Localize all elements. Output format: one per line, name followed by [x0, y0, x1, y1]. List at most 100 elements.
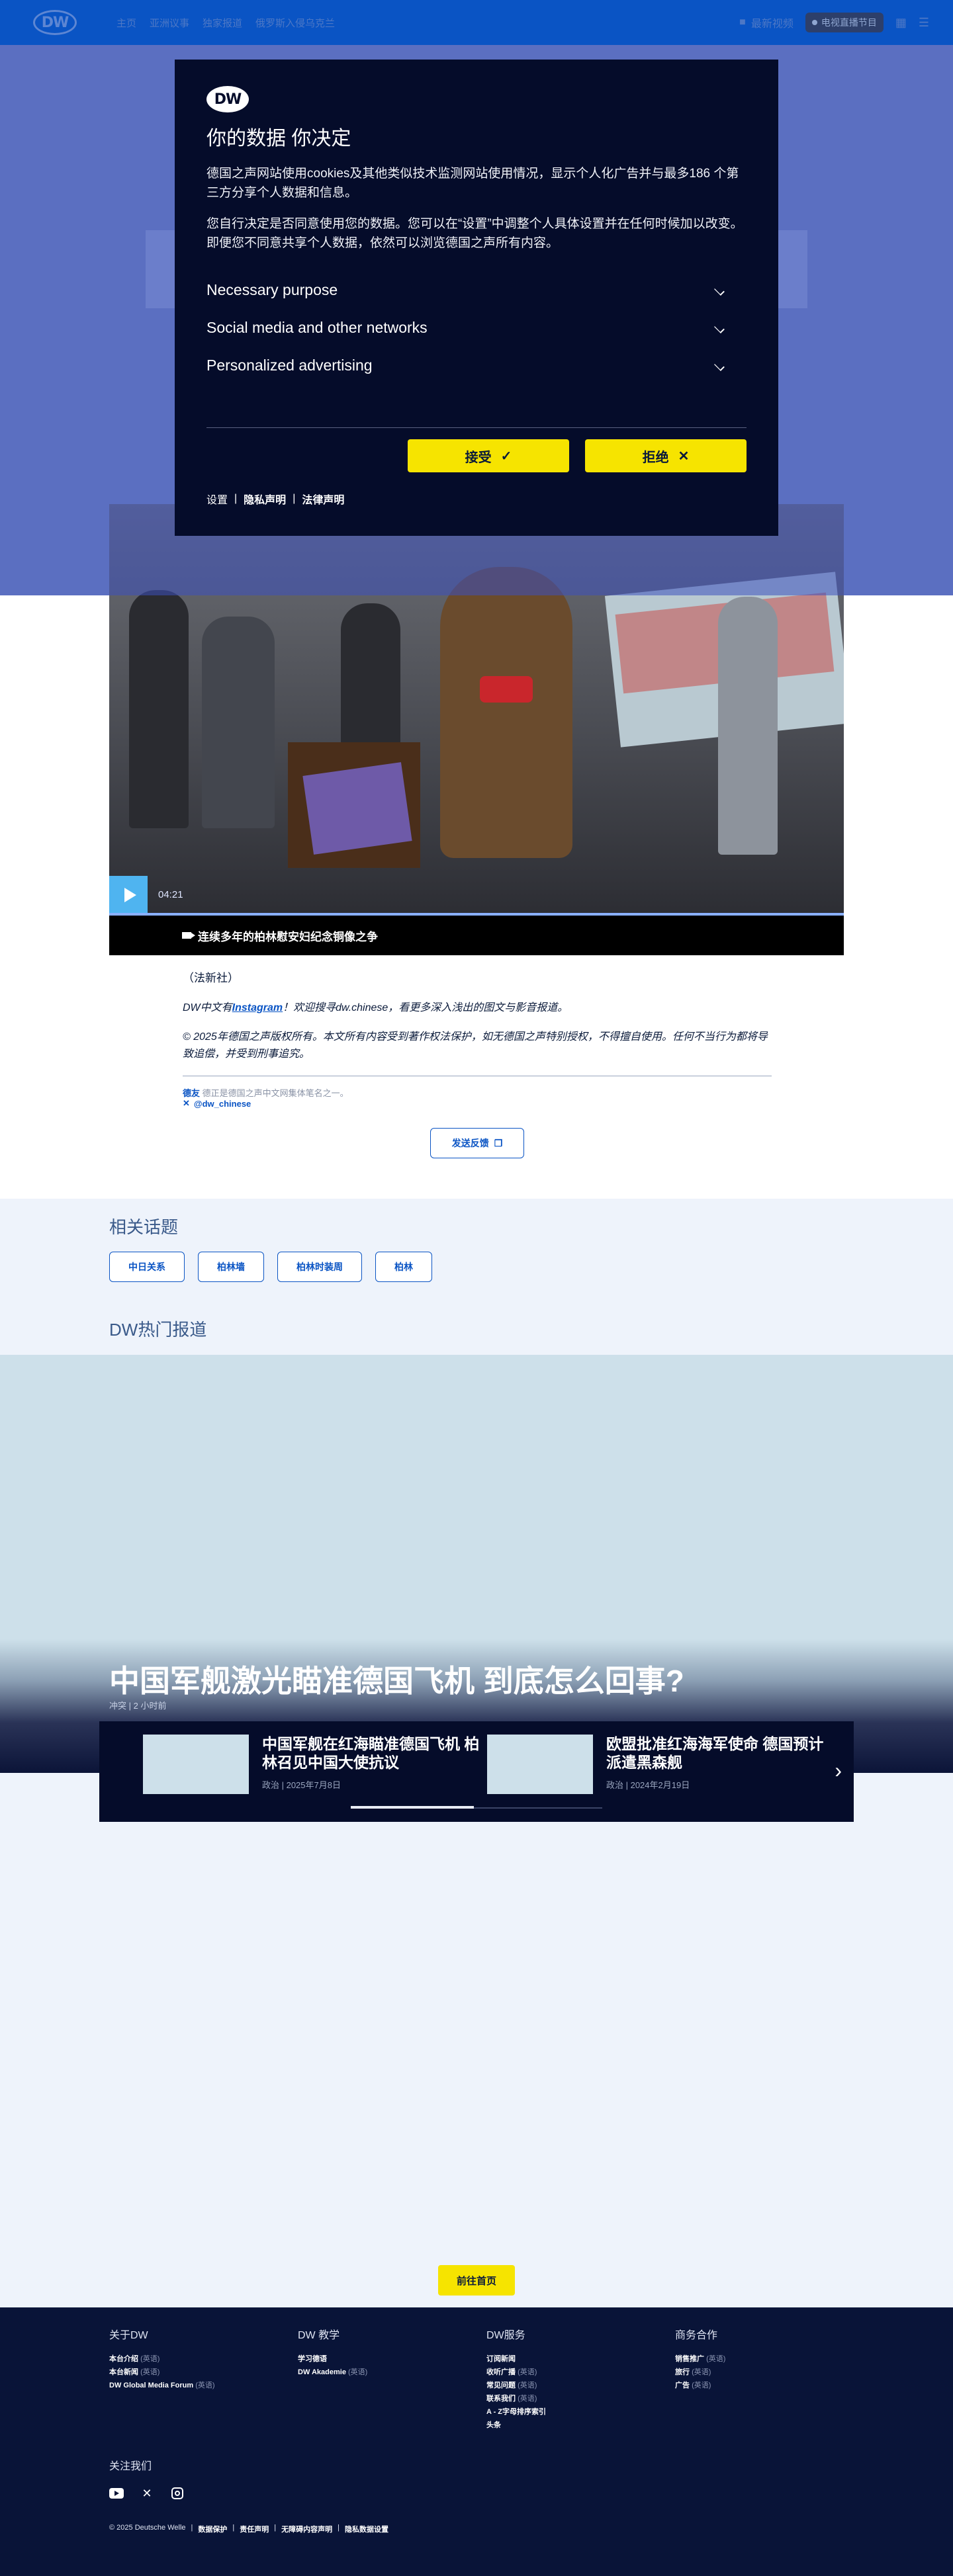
statue-scarf — [480, 676, 533, 703]
consent-title: 你的数据 你决定 — [206, 128, 351, 150]
reject-button[interactable]: 拒绝 ✕ — [585, 439, 747, 472]
instagram-link[interactable]: Instagram — [232, 1002, 283, 1013]
carousel-card[interactable]: 中国军舰在红海瞄准德国飞机 柏林召见中国大使抗议 政治 | 2025年7月8日 — [143, 1735, 480, 1794]
main-nav: 主页 亚洲议事 独家报道 俄罗斯入侵乌克兰 — [116, 16, 335, 30]
person-figure — [202, 617, 275, 828]
footer-link[interactable]: 学习德语 — [298, 2352, 367, 2366]
follow-us-title: 关注我们 — [109, 2461, 152, 2472]
send-feedback-button[interactable]: 发送反馈 ❐ — [430, 1128, 524, 1158]
privacy-link[interactable]: 隐私声明 — [244, 491, 286, 507]
youtube-icon[interactable] — [109, 2486, 124, 2501]
related-tags: 中日关系 柏林墙 柏林时装周 柏林 — [109, 1252, 432, 1282]
section-label: Social media and other networks — [206, 319, 428, 336]
video-player[interactable]: 04:21 — [109, 504, 844, 916]
accept-button[interactable]: 接受 ✓ — [408, 439, 569, 472]
tag-berlin-fashion-week[interactable]: 柏林时装周 — [277, 1252, 362, 1282]
footer-link[interactable]: 订阅新闻 — [486, 2352, 546, 2366]
section-personalized-ads[interactable]: Personalized advertising — [206, 347, 747, 384]
video-caption-bar: 连续多年的柏林慰安妇纪念铜像之争 — [109, 916, 844, 955]
footer-link[interactable]: DW Akademie (英语) — [298, 2366, 367, 2379]
feedback-label: 发送反馈 — [451, 1138, 489, 1148]
card-meta: 政治 | 2025年7月8日 — [262, 1780, 341, 1790]
author-name[interactable]: 德友 — [183, 1088, 200, 1098]
footer-link[interactable]: 收听广播 (英语) — [486, 2366, 546, 2379]
footer-column-about: 关于DW 本台介绍 (英语) 本台新闻 (英语) DW Global Media… — [109, 2326, 215, 2392]
card-title: 中国军舰在红海瞄准德国飞机 柏林召见中国大使抗议 — [262, 1735, 480, 1771]
section-social-media[interactable]: Social media and other networks — [206, 309, 747, 347]
footer-column-services: DW服务 订阅新闻 收听广播 (英语) 常见问题 (英语) 联系我们 (英语) … — [486, 2326, 546, 2432]
dw-logo[interactable]: DW — [33, 10, 77, 35]
card-title: 欧盟批准红海海军使命 德国预计派遣黑森舰 — [606, 1735, 824, 1771]
language-icon[interactable]: ▦ — [895, 16, 907, 30]
live-tv-button[interactable]: 电视直播节目 — [805, 13, 884, 32]
privacy-settings-link[interactable]: 隐私数据设置 — [345, 2524, 388, 2534]
footer-link[interactable]: 广告 (英语) — [675, 2379, 725, 2392]
tag-berlin-wall[interactable]: 柏林墙 — [198, 1252, 264, 1282]
latest-videos-label: 最新视频 — [750, 19, 794, 30]
footer-link[interactable]: 联系我们 (英语) — [486, 2392, 546, 2405]
footer-link[interactable]: 头条 — [486, 2419, 546, 2432]
close-icon: ✕ — [678, 449, 690, 464]
footer-link[interactable]: 本台介绍 (英语) — [109, 2352, 215, 2366]
person-figure — [718, 597, 778, 855]
footer-column-learn: DW 教学 学习德语 DW Akademie (英语) — [298, 2326, 367, 2379]
article-source: （法新社） — [183, 972, 239, 984]
footer-link[interactable]: 常见问题 (英语) — [486, 2379, 546, 2392]
latest-videos-link[interactable]: ■ 最新视频 — [739, 15, 794, 30]
twitter-link[interactable]: ✕ @dw_chinese — [183, 1098, 251, 1109]
footer-link[interactable]: DW Global Media Forum (英语) — [109, 2379, 215, 2392]
tag-china-japan[interactable]: 中日关系 — [109, 1252, 185, 1282]
footer-link[interactable]: 本台新闻 (英语) — [109, 2366, 215, 2379]
hero-meta: 冲突 | 2 小时前 — [109, 1701, 167, 1711]
video-duration: 04:21 — [158, 889, 183, 900]
instagram-icon[interactable] — [170, 2486, 185, 2501]
carousel-card[interactable]: 欧盟批准红海海军使命 德国预计派遣黑森舰 政治 | 2024年2月19日 — [487, 1735, 825, 1794]
accept-label: 接受 — [465, 450, 492, 465]
divider — [206, 427, 747, 428]
legal-links: © 2025 Deutsche Welle | 数据保护 | 责任声明 | 无障碍内容… — [109, 2524, 388, 2534]
x-icon[interactable]: ✕ — [140, 2486, 154, 2501]
disclaimer-link[interactable]: 责任声明 — [240, 2524, 269, 2534]
nav-item-ukraine[interactable]: 俄罗斯入侵乌克兰 — [255, 16, 335, 30]
footer-link[interactable]: 销售推广 (英语) — [675, 2352, 725, 2366]
twitter-handle: @dw_chinese — [193, 1098, 251, 1109]
teaser-carousel: 中国军舰在红海瞄准德国飞机 柏林召见中国大使抗议 政治 | 2025年7月8日 … — [99, 1721, 854, 1822]
footer-link[interactable]: A - Z字母排序索引 — [486, 2405, 546, 2419]
carousel-progress-fill — [351, 1806, 475, 1809]
play-button[interactable] — [109, 876, 148, 914]
card-thumbnail — [487, 1735, 593, 1794]
section-necessary[interactable]: Necessary purpose — [206, 271, 747, 309]
consent-dialog: DW 你的数据 你决定 德国之声网站使用cookies及其他类似技术监测网站使用… — [175, 60, 778, 536]
accessibility-link[interactable]: 无障碍内容声明 — [281, 2524, 332, 2534]
social-links: ✕ — [109, 2486, 185, 2501]
author-info: 德友 德正是德国之声中文网集体笔名之一。 — [183, 1086, 349, 1099]
nav-item-exclusive[interactable]: 独家报道 — [203, 16, 242, 30]
instagram-promo: DW中文有Instagram！欢迎搜寻dw.chinese，看更多深入浅出的图文… — [183, 998, 568, 1014]
site-footer: 关于DW 本台介绍 (英语) 本台新闻 (英语) DW Global Media… — [0, 2307, 953, 2576]
footer-link[interactable]: 旅行 (英语) — [675, 2366, 725, 2379]
hero-headline[interactable]: 中国军舰激光瞄准德国飞机 到底怎么回事? — [109, 1657, 684, 1701]
chevron-down-icon — [714, 322, 725, 333]
section-label: Personalized advertising — [206, 357, 373, 374]
instagram-prefix: DW中文有 — [183, 1002, 232, 1013]
consent-links: 设置 | 隐私声明 | 法律声明 — [206, 491, 344, 507]
data-protection-link[interactable]: 数据保护 — [198, 2524, 227, 2534]
copyright-text: © 2025 Deutsche Welle — [109, 2524, 186, 2532]
legal-link[interactable]: 法律声明 — [302, 491, 344, 507]
laptop — [302, 762, 412, 855]
video-camera-icon: ■ — [739, 17, 746, 28]
chevron-right-icon[interactable]: › — [835, 1758, 842, 1783]
settings-link[interactable]: 设置 — [206, 491, 228, 507]
nav-item-asia[interactable]: 亚洲议事 — [150, 16, 189, 30]
video-caption: 连续多年的柏林慰安妇纪念铜像之争 — [198, 930, 378, 943]
chevron-down-icon — [714, 284, 725, 296]
footer-column-business: 商务合作 销售推广 (英语) 旅行 (英语) 广告 (英语) — [675, 2326, 725, 2392]
footer-column-title: DW服务 — [486, 2330, 525, 2341]
copy-icon: ❐ — [494, 1137, 503, 1148]
go-home-button[interactable]: 前往首页 — [438, 2265, 515, 2296]
menu-icon[interactable]: ☰ — [919, 16, 929, 30]
nav-item-home[interactable]: 主页 — [116, 16, 136, 30]
tag-berlin[interactable]: 柏林 — [375, 1252, 432, 1282]
person-figure — [129, 590, 189, 828]
related-topics-title: 相关话题 — [109, 1217, 179, 1237]
